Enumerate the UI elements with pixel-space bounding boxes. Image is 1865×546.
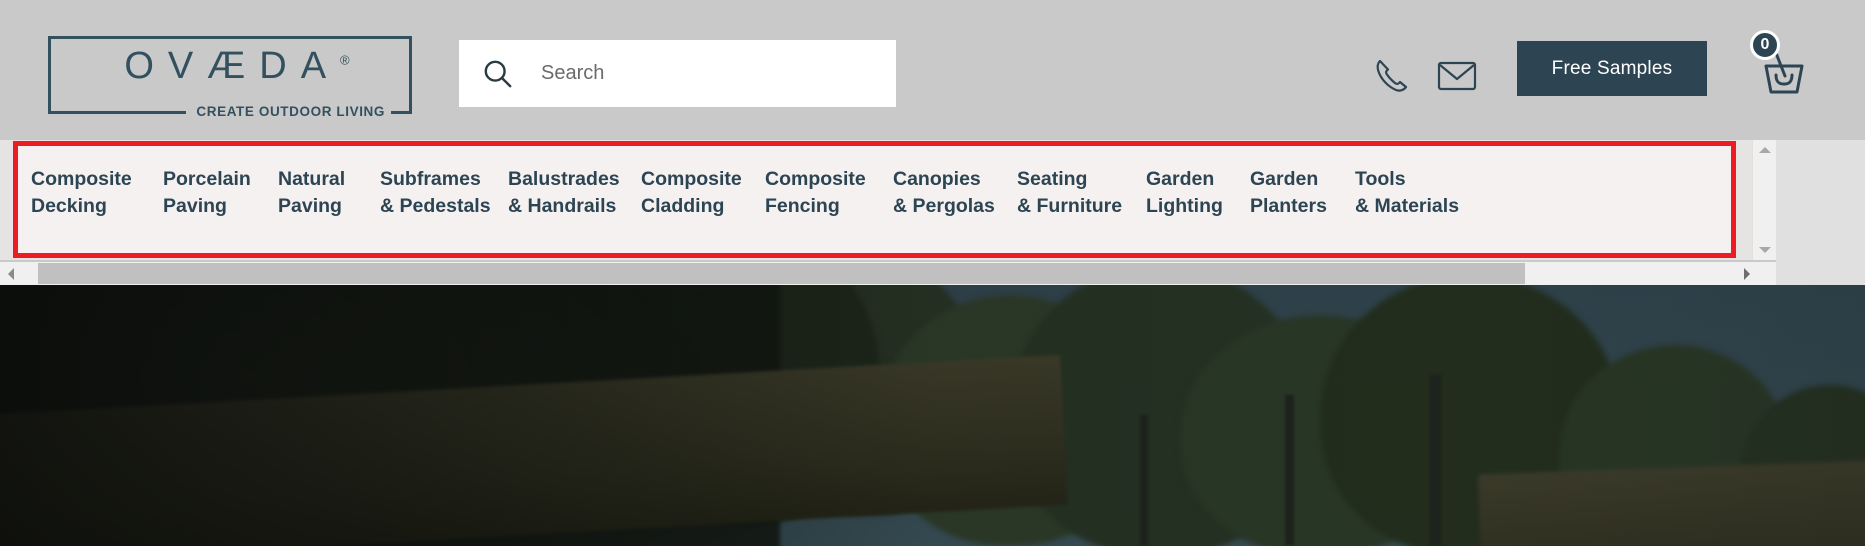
triangle-left-icon: [8, 267, 14, 280]
registered-trademark-icon: ®: [340, 52, 350, 68]
scroll-right-button[interactable]: [1736, 262, 1758, 285]
scroll-left-button[interactable]: [0, 262, 22, 285]
nav-item-label-line2: Planters: [1250, 195, 1327, 217]
hero-overlay: [0, 285, 1865, 546]
scroll-down-button[interactable]: [1753, 240, 1777, 260]
nav-item-label-line1: Composite: [641, 168, 742, 190]
basket-button[interactable]: 0: [1750, 30, 1810, 100]
triangle-up-icon: [1759, 147, 1771, 153]
nav-item-label-line1: Subframes: [380, 168, 481, 190]
nav-item-label-line2: & Handrails: [508, 195, 617, 217]
page-root: OVÆDA® CREATE OUTDOOR LIVING Search Free…: [0, 0, 1865, 546]
nav-item[interactable]: Seating & Furniture: [1017, 166, 1122, 220]
nav-horizontal-scrollbar[interactable]: [0, 262, 1776, 285]
site-logo[interactable]: OVÆDA® CREATE OUTDOOR LIVING: [48, 36, 412, 119]
nav-item[interactable]: Porcelain Paving: [163, 166, 251, 220]
logo-tagline: CREATE OUTDOOR LIVING: [186, 104, 391, 119]
nav-item-label-line1: Porcelain: [163, 168, 251, 190]
triangle-right-icon: [1744, 267, 1750, 280]
nav-item-label-line1: Composite: [31, 168, 132, 190]
basket-count-badge: 0: [1750, 30, 1780, 60]
envelope-icon: [1437, 61, 1477, 91]
nav-item[interactable]: Composite Cladding: [641, 166, 742, 220]
primary-nav-area: Composite Decking Porcelain Paving Natural Pa…: [0, 140, 1776, 260]
nav-item-label-line1: Garden: [1146, 168, 1215, 190]
nav-item[interactable]: Composite Fencing: [765, 166, 866, 220]
nav-item[interactable]: Subframes & Pedestals: [380, 166, 491, 220]
logo-wordmark-text: OVÆDA: [124, 45, 341, 87]
phone-contact-button[interactable]: [1373, 56, 1413, 94]
primary-nav-list: Composite Decking Porcelain Paving Natural Pa…: [18, 146, 1731, 253]
nav-item-label-line1: Balustrades: [508, 168, 620, 190]
search-icon: [484, 60, 512, 87]
nav-item-label-line2: Decking: [31, 195, 107, 217]
nav-item-label-line2: Paving: [278, 195, 342, 217]
nav-item[interactable]: Garden Planters: [1250, 166, 1327, 220]
search-box[interactable]: [459, 40, 896, 107]
nav-item-label-line1: Seating: [1017, 168, 1088, 190]
nav-item[interactable]: Natural Paving: [278, 166, 345, 220]
nav-item-label-line2: & Pedestals: [380, 195, 491, 217]
nav-item-label-line2: Lighting: [1146, 195, 1223, 217]
nav-item-label-line1: Garden: [1250, 168, 1319, 190]
nav-item[interactable]: Garden Lighting: [1146, 166, 1223, 220]
site-header: OVÆDA® CREATE OUTDOOR LIVING Search Free…: [0, 0, 1865, 140]
free-samples-button[interactable]: Free Samples: [1517, 41, 1707, 96]
nav-item[interactable]: Balustrades & Handrails: [508, 166, 620, 220]
nav-item-label-line2: Paving: [163, 195, 227, 217]
nav-item-label-line1: Composite: [765, 168, 866, 190]
nav-item[interactable]: Canopies & Pergolas: [893, 166, 995, 220]
nav-item-label-line2: Fencing: [765, 195, 840, 217]
email-contact-button[interactable]: [1437, 60, 1477, 92]
nav-item[interactable]: Composite Decking: [31, 166, 132, 220]
nav-item-label-line2: & Pergolas: [893, 195, 995, 217]
nav-item-label-line2: & Materials: [1355, 195, 1460, 217]
horizontal-scrollbar-thumb[interactable]: [38, 263, 1525, 284]
hero-banner-image: [0, 285, 1865, 546]
nav-item-label-line1: Canopies: [893, 168, 981, 190]
nav-item-label-line1: Natural: [278, 168, 346, 190]
logo-tagline-wrap: CREATE OUTDOOR LIVING: [51, 103, 409, 121]
phone-icon: [1376, 59, 1408, 92]
triangle-down-icon: [1759, 247, 1771, 253]
nav-item-label-line2: Cladding: [641, 195, 725, 217]
nav-right-filler: [1776, 140, 1865, 285]
nav-vertical-scrollbar[interactable]: [1752, 140, 1776, 260]
scroll-up-button[interactable]: [1753, 140, 1777, 160]
logo-wordmark: OVÆDA®: [51, 47, 409, 85]
nav-item-label-line2: & Furniture: [1017, 195, 1123, 217]
nav-item[interactable]: Tools & Materials: [1355, 166, 1459, 220]
search-input[interactable]: [541, 53, 871, 94]
nav-highlight-box: Composite Decking Porcelain Paving Natural Pa…: [13, 141, 1736, 258]
nav-item-label-line1: Tools: [1355, 168, 1406, 190]
